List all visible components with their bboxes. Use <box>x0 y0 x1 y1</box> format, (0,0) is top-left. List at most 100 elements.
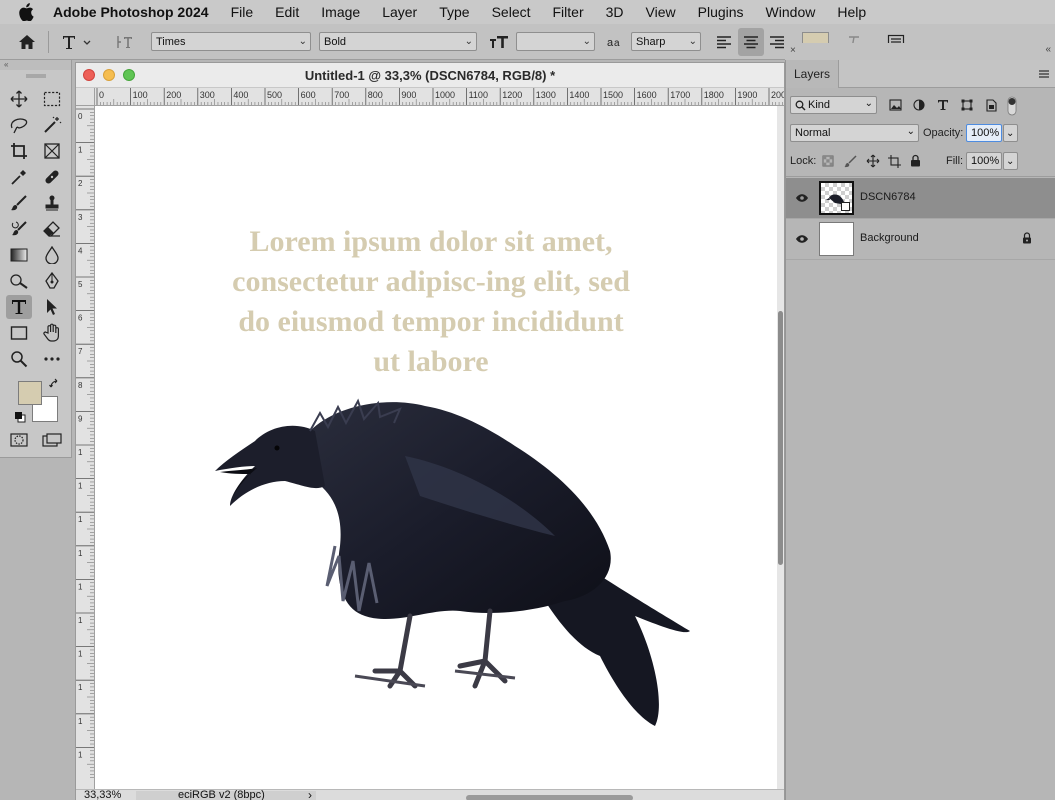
history-brush-tool-icon[interactable] <box>6 217 32 241</box>
layer-row-background[interactable]: Background <box>786 219 1055 260</box>
move-tool-icon[interactable] <box>6 87 32 111</box>
close-window-icon[interactable] <box>83 69 95 81</box>
layer-name[interactable]: Background <box>860 232 919 244</box>
text-orientation-icon[interactable] <box>116 32 134 52</box>
menu-type[interactable]: Type <box>439 4 469 20</box>
align-center-icon[interactable] <box>738 28 764 56</box>
magic-wand-tool-icon[interactable] <box>39 113 65 137</box>
zoom-level[interactable]: 33,33% <box>84 789 121 800</box>
panel-menu-icon[interactable] <box>1038 68 1050 82</box>
lock-all-icon[interactable] <box>910 154 921 170</box>
eraser-tool-icon[interactable] <box>39 217 65 241</box>
filter-adjustment-icon[interactable] <box>913 99 925 114</box>
font-family-select[interactable]: Times ⌄ <box>151 32 311 51</box>
expand-toolbar-icon[interactable]: « <box>0 60 71 70</box>
apple-logo-icon[interactable] <box>19 2 37 22</box>
font-style-value: Bold <box>324 35 347 48</box>
zoom-tool-icon[interactable] <box>6 347 32 371</box>
canvas-text-layer[interactable]: Lorem ipsum dolor sit amet, consectetur … <box>225 222 637 382</box>
dodge-tool-icon[interactable] <box>6 269 32 293</box>
toolbar-grip[interactable] <box>0 70 71 82</box>
blur-tool-icon[interactable] <box>39 243 65 267</box>
pen-tool-icon[interactable] <box>39 269 65 293</box>
layer-thumbnail[interactable] <box>819 222 854 256</box>
gradient-tool-icon[interactable] <box>6 243 32 267</box>
horizontal-ruler[interactable]: 0 100 200 300 400 500 600 700 800 900 1000 1100 1200… <box>95 88 784 106</box>
canvas[interactable]: Lorem ipsum dolor sit amet, consectetur … <box>95 106 777 789</box>
foreground-color-swatch[interactable] <box>18 381 42 405</box>
close-icon[interactable]: × <box>790 45 796 56</box>
menu-layer[interactable]: Layer <box>382 4 417 20</box>
vertical-scroll-thumb[interactable] <box>778 311 783 565</box>
align-right-icon[interactable] <box>769 32 785 52</box>
filter-shape-icon[interactable] <box>961 99 973 114</box>
color-profile[interactable]: eciRGB v2 (8bpc) <box>178 789 265 800</box>
tab-layers[interactable]: Layers <box>786 60 840 88</box>
path-selection-tool-icon[interactable] <box>39 295 65 319</box>
filter-type-icon[interactable] <box>937 99 949 114</box>
vertical-ruler[interactable]: 0 1 2 3 4 5 6 7 8 9 1 1 1 1 1 1 1 1 1 1 <box>76 106 95 789</box>
layer-name[interactable]: DSCN6784 <box>860 191 916 203</box>
filter-pixel-icon[interactable] <box>889 99 902 114</box>
swap-colors-icon[interactable] <box>49 378 61 393</box>
eyedropper-tool-icon[interactable] <box>6 165 32 189</box>
menu-edit[interactable]: Edit <box>275 4 299 20</box>
document-titlebar[interactable]: Untitled-1 @ 33,3% (DSCN6784, RGB/8) * <box>76 63 784 88</box>
status-menu-chevron-icon[interactable]: › <box>308 788 312 800</box>
filter-toggle-switch[interactable] <box>1007 96 1017 119</box>
layer-row-dscn6784[interactable]: DSCN6784 <box>786 178 1055 219</box>
font-style-select[interactable]: Bold ⌄ <box>319 32 477 51</box>
lasso-tool-icon[interactable] <box>6 113 32 137</box>
menu-file[interactable]: File <box>231 4 254 20</box>
quick-mask-icon[interactable] <box>10 433 28 450</box>
filter-smart-object-icon[interactable] <box>985 99 997 115</box>
opacity-dropdown[interactable]: ⌄ <box>1003 124 1018 142</box>
lock-icon[interactable] <box>1022 232 1032 247</box>
app-menu[interactable]: Adobe Photoshop 2024 <box>53 4 209 20</box>
collapse-panels-icon[interactable]: « <box>1045 44 1051 55</box>
lock-transparency-icon[interactable] <box>822 155 834 170</box>
menu-image[interactable]: Image <box>321 4 360 20</box>
blend-mode-select[interactable]: Normal ⌄ <box>790 124 919 142</box>
opacity-input[interactable]: 100% <box>966 124 1002 142</box>
eye-icon[interactable] <box>795 192 809 206</box>
layer-thumbnail[interactable] <box>819 181 854 215</box>
vertical-scrollbar[interactable] <box>777 106 784 789</box>
menu-select[interactable]: Select <box>492 4 531 20</box>
frame-tool-icon[interactable] <box>39 139 65 163</box>
hand-tool-icon[interactable] <box>39 321 65 345</box>
type-tool-preset-icon[interactable] <box>62 32 92 52</box>
more-tools-icon[interactable] <box>39 347 65 371</box>
screen-mode-icon[interactable] <box>42 433 62 450</box>
align-left-icon[interactable] <box>716 32 732 52</box>
font-size-select[interactable]: ⌄ <box>516 32 595 51</box>
lock-artboard-icon[interactable] <box>888 155 901 171</box>
horizontal-scroll-thumb[interactable] <box>466 795 633 800</box>
healing-brush-tool-icon[interactable] <box>39 165 65 189</box>
marquee-tool-icon[interactable] <box>39 87 65 111</box>
ruler-origin[interactable] <box>76 88 95 106</box>
menu-3d[interactable]: 3D <box>606 4 624 20</box>
filter-kind-select[interactable]: Kind ⌄ <box>790 96 877 114</box>
fill-input[interactable]: 100% <box>966 152 1002 170</box>
fill-dropdown[interactable]: ⌄ <box>1003 152 1018 170</box>
menu-window[interactable]: Window <box>766 4 816 20</box>
home-icon[interactable] <box>18 32 36 52</box>
antialias-select[interactable]: Sharp ⌄ <box>631 32 701 51</box>
clone-stamp-tool-icon[interactable] <box>39 191 65 215</box>
lock-pixels-icon[interactable] <box>844 155 857 171</box>
zoom-window-icon[interactable] <box>123 69 135 81</box>
raven-image[interactable] <box>215 386 695 731</box>
rectangle-tool-icon[interactable] <box>6 321 32 345</box>
menu-filter[interactable]: Filter <box>553 4 584 20</box>
type-tool-icon[interactable] <box>6 295 32 319</box>
brush-tool-icon[interactable] <box>6 191 32 215</box>
minimize-window-icon[interactable] <box>103 69 115 81</box>
lock-position-icon[interactable] <box>866 154 880 171</box>
menu-help[interactable]: Help <box>837 4 866 20</box>
eye-icon[interactable] <box>795 233 809 247</box>
default-colors-icon[interactable] <box>14 411 26 426</box>
menu-view[interactable]: View <box>646 4 676 20</box>
menu-plugins[interactable]: Plugins <box>698 4 744 20</box>
crop-tool-icon[interactable] <box>6 139 32 163</box>
